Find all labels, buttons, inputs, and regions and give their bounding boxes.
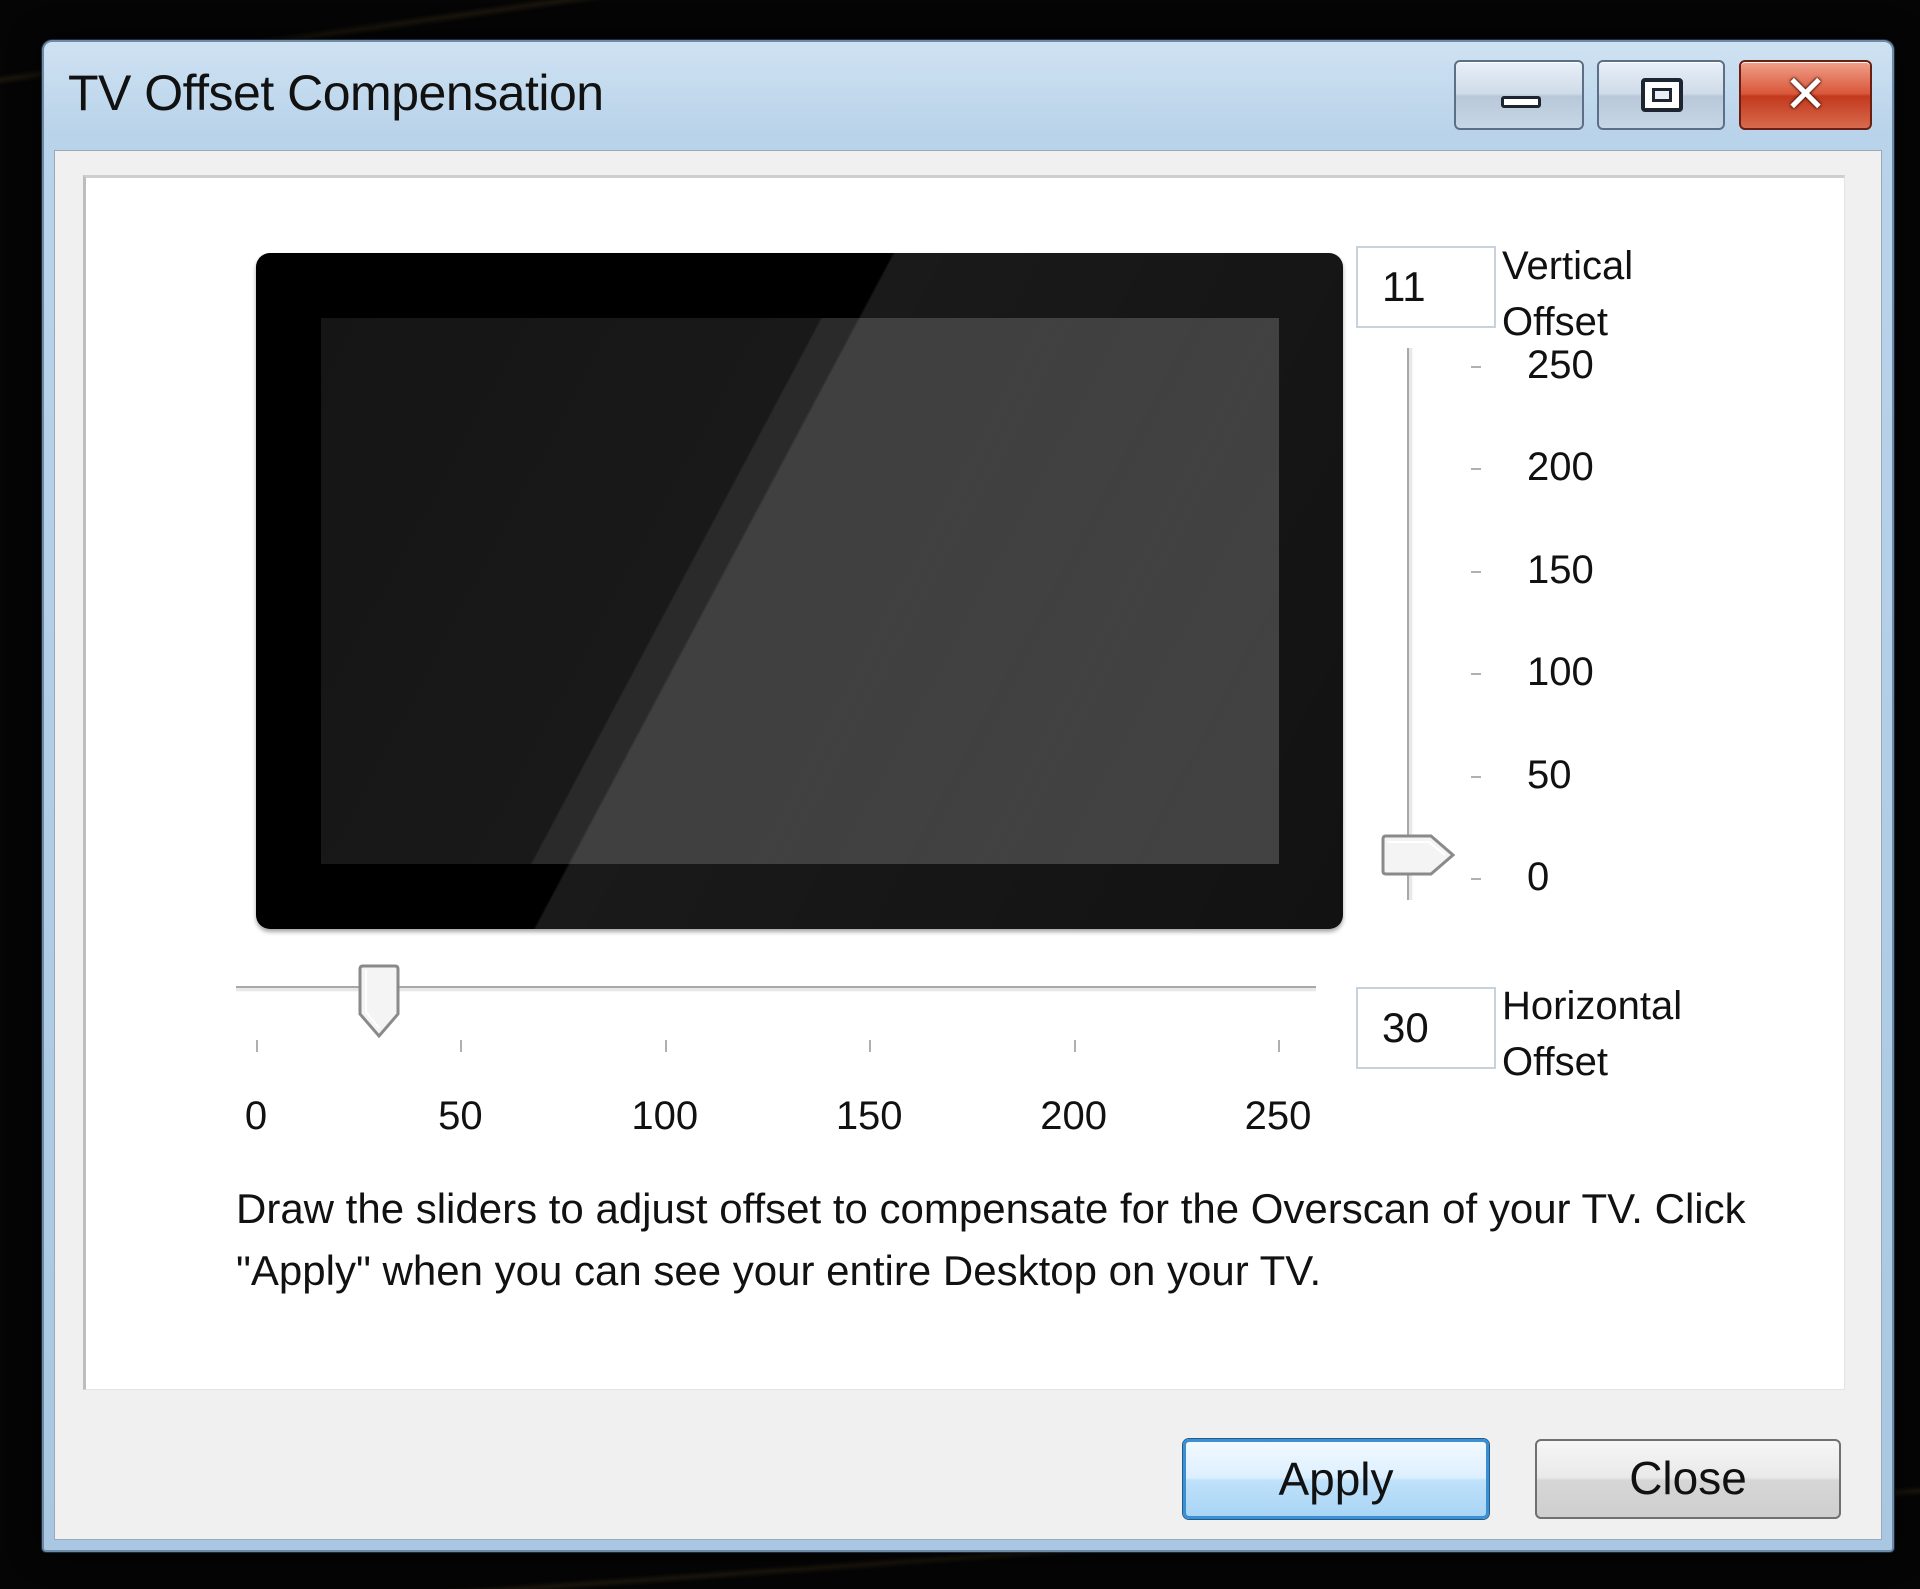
vertical-offset-slider[interactable]: 250 200 150 100 50 0 xyxy=(1379,343,1594,904)
horizontal-offset-caption: Horizontal Offset xyxy=(1502,978,1682,1090)
close-icon: ✕ xyxy=(1783,66,1828,124)
vertical-offset-caption: Vertical Offset xyxy=(1502,238,1633,350)
offset-group-panel: 11 Vertical Offset 250 200 150 100 50 0 xyxy=(83,175,1845,1390)
horizontal-slider-tick xyxy=(869,1040,872,1052)
vertical-slider-thumb[interactable] xyxy=(1379,833,1459,877)
vertical-slider-tick-label: 250 xyxy=(1527,343,1594,387)
vertical-slider-tick xyxy=(1471,366,1481,368)
vertical-slider-track[interactable] xyxy=(1407,348,1413,900)
horizontal-offset-slider[interactable]: 0 50 100 150 200 250 xyxy=(236,964,1316,1138)
vertical-caption-line1: Vertical xyxy=(1502,244,1634,288)
horizontal-slider-tick-label: 0 xyxy=(244,1094,268,1138)
minimize-button[interactable] xyxy=(1454,60,1584,130)
vertical-offset-input[interactable]: 11 xyxy=(1356,246,1496,328)
horizontal-slider-tick-label: 150 xyxy=(835,1094,903,1138)
horizontal-caption-line2: Offset xyxy=(1502,1040,1608,1084)
horizontal-slider-tick-label: 250 xyxy=(1244,1094,1312,1138)
tv-gloss-reflection xyxy=(256,253,1343,929)
close-window-button[interactable]: ✕ xyxy=(1739,60,1872,130)
vertical-caption-line2: Offset xyxy=(1502,300,1608,344)
maximize-button[interactable] xyxy=(1597,60,1725,130)
horizontal-offset-input[interactable]: 30 xyxy=(1356,987,1496,1069)
minimize-icon xyxy=(1501,96,1541,108)
horizontal-slider-tick xyxy=(1278,1040,1280,1052)
vertical-slider-tick-label: 50 xyxy=(1527,752,1572,797)
vertical-slider-tick xyxy=(1471,673,1481,676)
vertical-slider-tick xyxy=(1471,775,1481,778)
close-button[interactable]: Close xyxy=(1535,1439,1841,1519)
vertical-slider-tick-label: 150 xyxy=(1527,547,1594,592)
vertical-slider-tick-label: 0 xyxy=(1527,855,1550,899)
horizontal-slider-thumb[interactable] xyxy=(357,962,401,1042)
horizontal-slider-tick-label: 200 xyxy=(1040,1094,1107,1138)
horizontal-caption-line1: Horizontal xyxy=(1502,984,1683,1028)
tv-preview xyxy=(256,253,1343,929)
vertical-slider-tick xyxy=(1471,468,1481,471)
instructions-text: Draw the sliders to adjust offset to com… xyxy=(236,1185,1746,1294)
horizontal-slider-tick xyxy=(460,1040,463,1052)
title-bar[interactable]: TV Offset Compensation ✕ xyxy=(44,42,1892,142)
horizontal-slider-tick xyxy=(664,1040,667,1052)
apply-button[interactable]: Apply xyxy=(1183,1439,1489,1519)
vertical-slider-tick xyxy=(1471,878,1481,880)
vertical-slider-tick-label: 200 xyxy=(1527,445,1594,490)
window-title: TV Offset Compensation xyxy=(68,65,604,121)
vertical-slider-tick-label: 100 xyxy=(1527,650,1594,695)
maximize-icon xyxy=(1641,78,1683,112)
horizontal-slider-tick xyxy=(256,1040,258,1052)
vertical-slider-tick xyxy=(1471,570,1481,573)
horizontal-slider-tick-label: 100 xyxy=(631,1094,699,1138)
horizontal-slider-tick xyxy=(1073,1040,1076,1052)
dialog-client-area: 11 Vertical Offset 250 200 150 100 50 0 xyxy=(54,150,1882,1540)
tv-offset-dialog: TV Offset Compensation ✕ 11 Vertical Off… xyxy=(42,40,1894,1552)
horizontal-slider-tick-label: 50 xyxy=(438,1094,483,1138)
